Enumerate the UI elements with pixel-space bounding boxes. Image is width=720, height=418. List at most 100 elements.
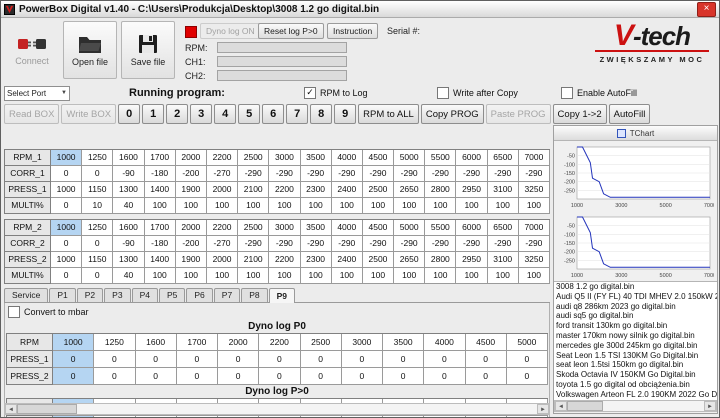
table-cell[interactable]: -290: [518, 236, 550, 252]
table-cell[interactable]: 1400: [144, 182, 176, 198]
table-cell[interactable]: -290: [487, 236, 519, 252]
scrollbar-thumb[interactable]: [17, 404, 77, 414]
table-cell[interactable]: -290: [238, 236, 270, 252]
select-port-dropdown[interactable]: Select Port ▼: [4, 86, 70, 101]
table-cell[interactable]: 2300: [300, 182, 332, 198]
table-cell[interactable]: -290: [425, 236, 457, 252]
table-cell[interactable]: 2100: [238, 182, 270, 198]
table-cell[interactable]: -290: [518, 166, 550, 182]
file-list-item[interactable]: ford transit 130km go digital.bin: [554, 321, 717, 331]
table-cell[interactable]: 1000: [51, 252, 83, 268]
table-cell[interactable]: 1900: [175, 182, 207, 198]
reset-log-button[interactable]: Reset log P>0: [258, 23, 324, 39]
table-cell[interactable]: 100: [238, 198, 270, 214]
table-cell[interactable]: 100: [487, 268, 519, 284]
button-3[interactable]: 3: [190, 104, 213, 124]
button-paste-prog[interactable]: Paste PROG: [485, 104, 551, 124]
table-cell[interactable]: 0: [218, 351, 260, 368]
table-cell[interactable]: 0: [94, 368, 136, 385]
tab-p3[interactable]: P3: [104, 288, 131, 302]
table-cell[interactable]: 6000: [456, 220, 488, 236]
button-autofill[interactable]: AutoFill: [608, 104, 651, 124]
table-cell[interactable]: 4500: [362, 150, 395, 166]
table-cell[interactable]: 0: [506, 351, 548, 368]
scrollbar-thumb[interactable]: [567, 401, 603, 411]
table-cell[interactable]: 0: [135, 368, 177, 385]
table-cell[interactable]: -290: [456, 166, 488, 182]
table-cell[interactable]: 100: [362, 198, 395, 214]
table-cell[interactable]: 0: [82, 166, 114, 182]
table-cell[interactable]: 3500: [300, 220, 332, 236]
file-list-item[interactable]: seat leon 1.5tsi 150km go digital.bin: [554, 360, 717, 370]
open-file-button[interactable]: Open file: [63, 21, 117, 79]
table-cell[interactable]: 4500: [362, 220, 395, 236]
table-cell[interactable]: 40: [113, 268, 145, 284]
table-cell[interactable]: 6500: [487, 220, 519, 236]
table-cell[interactable]: 5000: [394, 220, 426, 236]
button-6[interactable]: 6: [262, 104, 285, 124]
table-cell[interactable]: -90: [113, 166, 145, 182]
table-cell[interactable]: -180: [144, 236, 176, 252]
table-cell[interactable]: -90: [113, 236, 145, 252]
table-cell[interactable]: 1250: [94, 334, 136, 351]
table-cell[interactable]: 100: [331, 268, 363, 284]
table-cell[interactable]: -200: [175, 236, 207, 252]
button-4[interactable]: 4: [214, 104, 237, 124]
table-cell[interactable]: 4000: [331, 220, 363, 236]
table-cell[interactable]: 3250: [518, 182, 550, 198]
table-cell[interactable]: 2500: [362, 252, 395, 268]
table-cell[interactable]: 0: [259, 368, 301, 385]
file-list-item[interactable]: audi sq5 go digital.bin: [554, 311, 717, 321]
table-cell[interactable]: 0: [135, 351, 177, 368]
button-copy-1-2[interactable]: Copy 1->2: [552, 104, 607, 124]
table-cell[interactable]: 1150: [82, 182, 114, 198]
table-cell[interactable]: 0: [383, 351, 425, 368]
file-list-horizontal-scrollbar[interactable]: ◄ ►: [554, 400, 717, 412]
table-cell[interactable]: 3250: [518, 252, 550, 268]
file-list-item[interactable]: master 170km nowy silnik go digital.bin: [554, 331, 717, 341]
table-cell[interactable]: 5500: [425, 220, 457, 236]
table-cell[interactable]: 2000: [175, 220, 207, 236]
table-cell[interactable]: 2500: [238, 150, 270, 166]
table-cell[interactable]: 0: [218, 368, 260, 385]
table-cell[interactable]: 100: [425, 268, 457, 284]
table-cell[interactable]: 5000: [506, 334, 548, 351]
button-9[interactable]: 9: [334, 104, 357, 124]
table-cell[interactable]: -200: [175, 166, 207, 182]
table-cell[interactable]: 7000: [518, 150, 550, 166]
table-cell[interactable]: 4000: [331, 150, 363, 166]
table-cell[interactable]: -290: [425, 166, 457, 182]
table-cell[interactable]: 0: [51, 198, 83, 214]
table-cell[interactable]: 100: [175, 268, 207, 284]
table-cell[interactable]: -180: [144, 166, 176, 182]
table-cell[interactable]: 2650: [394, 182, 426, 198]
table-cell[interactable]: 3000: [269, 150, 301, 166]
table-cell[interactable]: 100: [206, 198, 239, 214]
button-rpm-to-all[interactable]: RPM to ALL: [358, 104, 419, 124]
table-cell[interactable]: 1000: [51, 150, 83, 166]
table-cell[interactable]: 100: [456, 198, 488, 214]
table-cell[interactable]: -290: [300, 236, 332, 252]
file-list-item[interactable]: 3008 1.2 go digital.bin: [554, 282, 717, 292]
file-list-item[interactable]: mercedes gle 300d 245km go digital.bin: [554, 341, 717, 351]
table-cell[interactable]: 0: [465, 368, 507, 385]
table-cell[interactable]: 0: [341, 368, 383, 385]
table-cell[interactable]: 0: [424, 368, 466, 385]
table-cell[interactable]: 0: [176, 368, 218, 385]
table-cell[interactable]: -290: [269, 166, 301, 182]
tab-p8[interactable]: P8: [241, 288, 268, 302]
table-cell[interactable]: 1250: [82, 150, 114, 166]
table-cell[interactable]: 100: [300, 268, 332, 284]
scroll-right-arrow[interactable]: ►: [537, 404, 549, 414]
table-cell[interactable]: 1600: [113, 220, 145, 236]
table-cell[interactable]: 100: [362, 268, 395, 284]
button-copy-prog[interactable]: Copy PROG: [420, 104, 484, 124]
table-cell[interactable]: 1600: [135, 334, 177, 351]
table-cell[interactable]: 1700: [176, 334, 218, 351]
file-list-item[interactable]: audi q8 286km 2023 go digital.bin: [554, 302, 717, 312]
table-cell[interactable]: 1000: [51, 220, 83, 236]
table-cell[interactable]: 2800: [425, 182, 457, 198]
button-5[interactable]: 5: [238, 104, 261, 124]
table-cell[interactable]: 1700: [144, 220, 176, 236]
table-cell[interactable]: -290: [394, 166, 426, 182]
